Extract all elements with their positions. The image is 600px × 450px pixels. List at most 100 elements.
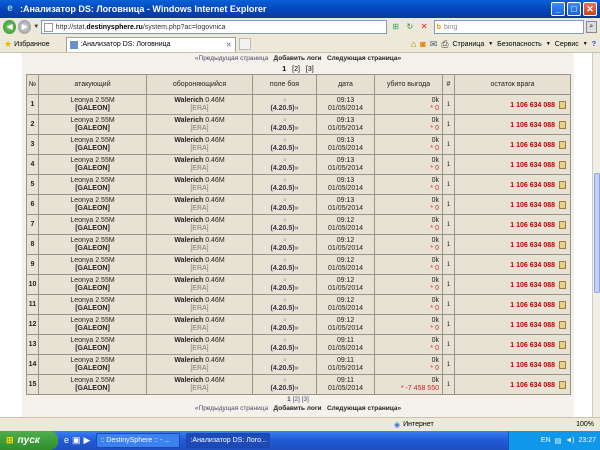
attacker-name[interactable]: Leonya 2.55M [70, 317, 114, 324]
defender-name[interactable]: Walerich [174, 177, 203, 184]
attacker-name[interactable]: Leonya 2.55M [70, 157, 114, 164]
defender-name[interactable]: Walerich [174, 137, 203, 144]
note-icon[interactable] [559, 120, 566, 129]
next-page-bottom-link[interactable]: Следующая страница» [327, 405, 401, 412]
help-button[interactable]: ? [592, 41, 596, 48]
prev-page-bottom-link[interactable]: «Предыдущая страница [195, 405, 268, 412]
field-coords[interactable]: (4.20.5) [270, 205, 294, 212]
note-icon[interactable] [559, 180, 566, 189]
add-logs-bottom-link[interactable]: Добавить логи [274, 405, 322, 412]
page-3-bottom-link[interactable]: [3] [302, 396, 309, 403]
zoom-level[interactable]: 100% [576, 421, 594, 428]
field-coords[interactable]: (4.20.5) [270, 265, 294, 272]
page-2-bottom-link[interactable]: [2] [293, 396, 300, 403]
field-coords[interactable]: (4.20.5) [270, 145, 294, 152]
vertical-scrollbar[interactable] [592, 53, 600, 417]
note-icon[interactable] [559, 200, 566, 209]
attacker-name[interactable]: Leonya 2.55M [70, 297, 114, 304]
attacker-name[interactable]: Leonya 2.55M [70, 337, 114, 344]
refresh-icon[interactable]: ↻ [404, 21, 415, 33]
quicklaunch-ie-icon[interactable]: e [64, 435, 69, 446]
new-tab-button[interactable] [238, 38, 251, 50]
minimize-button[interactable]: _ [551, 2, 565, 16]
defender-name[interactable]: Walerich [174, 297, 203, 304]
quicklaunch-desktop-icon[interactable]: ▣ [72, 435, 81, 446]
defender-name[interactable]: Walerich [174, 97, 203, 104]
note-icon[interactable] [559, 220, 566, 229]
field-coords[interactable]: (4.20.5) [270, 385, 294, 392]
add-logs-link[interactable]: Добавить логи [274, 55, 322, 62]
address-bar[interactable]: http://stat. destinysphere.ru/system.php?… [40, 20, 388, 34]
next-page-link[interactable]: Следующая страница» [327, 55, 401, 62]
field-coords[interactable]: (4.20.5) [270, 245, 294, 252]
attacker-name[interactable]: Leonya 2.55M [70, 197, 114, 204]
defender-name[interactable]: Walerich [174, 217, 203, 224]
tab-close-icon[interactable]: ✕ [226, 41, 232, 49]
field-coords[interactable]: (4.20.5) [270, 185, 294, 192]
note-icon[interactable] [559, 240, 566, 249]
prev-page-link[interactable]: «Предыдущая страница [195, 55, 268, 62]
field-coords[interactable]: (4.20.5) [270, 165, 294, 172]
field-coords[interactable]: (4.20.5) [270, 225, 294, 232]
defender-name[interactable]: Walerich [174, 237, 203, 244]
attacker-name[interactable]: Leonya 2.55M [70, 237, 114, 244]
field-coords[interactable]: (4.20.5) [270, 125, 294, 132]
field-coords[interactable]: (4.20.5) [270, 345, 294, 352]
note-icon[interactable] [559, 360, 566, 369]
attacker-name[interactable]: Leonya 2.55M [70, 177, 114, 184]
start-button[interactable]: ⊞ пуск [0, 431, 58, 450]
attacker-name[interactable]: Leonya 2.55M [70, 277, 114, 284]
maximize-button[interactable]: □ [567, 2, 581, 16]
home-icon[interactable]: ⌂ [411, 39, 416, 49]
history-dropdown-icon[interactable]: ▼ [33, 24, 40, 30]
taskbar-item-analyzer[interactable]: :Анализатор DS: Лого... [186, 433, 271, 448]
field-coords[interactable]: (4.20.5) [270, 105, 294, 112]
defender-name[interactable]: Walerich [174, 117, 203, 124]
service-menu[interactable]: Сервис [555, 41, 579, 48]
language-indicator[interactable]: EN [541, 437, 551, 444]
page-3-link[interactable]: [3] [306, 66, 314, 73]
volume-icon[interactable]: ◄) [565, 437, 574, 444]
page-menu[interactable]: Страница [452, 41, 484, 48]
note-icon[interactable] [559, 380, 566, 389]
defender-name[interactable]: Walerich [174, 197, 203, 204]
defender-name[interactable]: Walerich [174, 277, 203, 284]
taskbar-item-destinysphere[interactable]: :: DestinySphere :: - ... [96, 433, 181, 448]
defender-name[interactable]: Walerich [174, 377, 203, 384]
note-icon[interactable] [559, 320, 566, 329]
feeds-icon[interactable]: ◙ [420, 39, 425, 49]
defender-name[interactable]: Walerich [174, 157, 203, 164]
defender-name[interactable]: Walerich [174, 357, 203, 364]
scrollbar-thumb[interactable] [594, 173, 600, 293]
note-icon[interactable] [559, 100, 566, 109]
defender-name[interactable]: Walerich [174, 317, 203, 324]
close-button[interactable]: ✕ [583, 2, 597, 16]
mail-icon[interactable]: ✉ [430, 39, 438, 50]
field-coords[interactable]: (4.20.5) [270, 325, 294, 332]
search-input[interactable]: b bing [433, 20, 584, 34]
note-icon[interactable] [559, 160, 566, 169]
field-coords[interactable]: (4.20.5) [270, 285, 294, 292]
note-icon[interactable] [559, 260, 566, 269]
attacker-name[interactable]: Leonya 2.55M [70, 377, 114, 384]
print-icon[interactable]: ⎙ [441, 39, 448, 50]
note-icon[interactable] [559, 340, 566, 349]
forward-button[interactable]: ▶ [18, 20, 32, 34]
note-icon[interactable] [559, 140, 566, 149]
field-coords[interactable]: (4.20.5) [270, 365, 294, 372]
defender-name[interactable]: Walerich [174, 257, 203, 264]
page-2-link[interactable]: [2] [292, 66, 300, 73]
stop-icon[interactable]: ✕ [418, 21, 429, 33]
back-button[interactable]: ◀ [3, 20, 17, 34]
attacker-name[interactable]: Leonya 2.55M [70, 257, 114, 264]
quicklaunch-media-icon[interactable]: ▶ [84, 435, 91, 446]
search-icon[interactable]: ⌕ [585, 21, 597, 33]
note-icon[interactable] [559, 280, 566, 289]
attacker-name[interactable]: Leonya 2.55M [70, 117, 114, 124]
defender-name[interactable]: Walerich [174, 337, 203, 344]
field-coords[interactable]: (4.20.5) [270, 305, 294, 312]
attacker-name[interactable]: Leonya 2.55M [70, 217, 114, 224]
attacker-name[interactable]: Leonya 2.55M [70, 357, 114, 364]
network-icon[interactable]: ▤ [555, 437, 562, 445]
safety-menu[interactable]: Безопасность [497, 41, 542, 48]
